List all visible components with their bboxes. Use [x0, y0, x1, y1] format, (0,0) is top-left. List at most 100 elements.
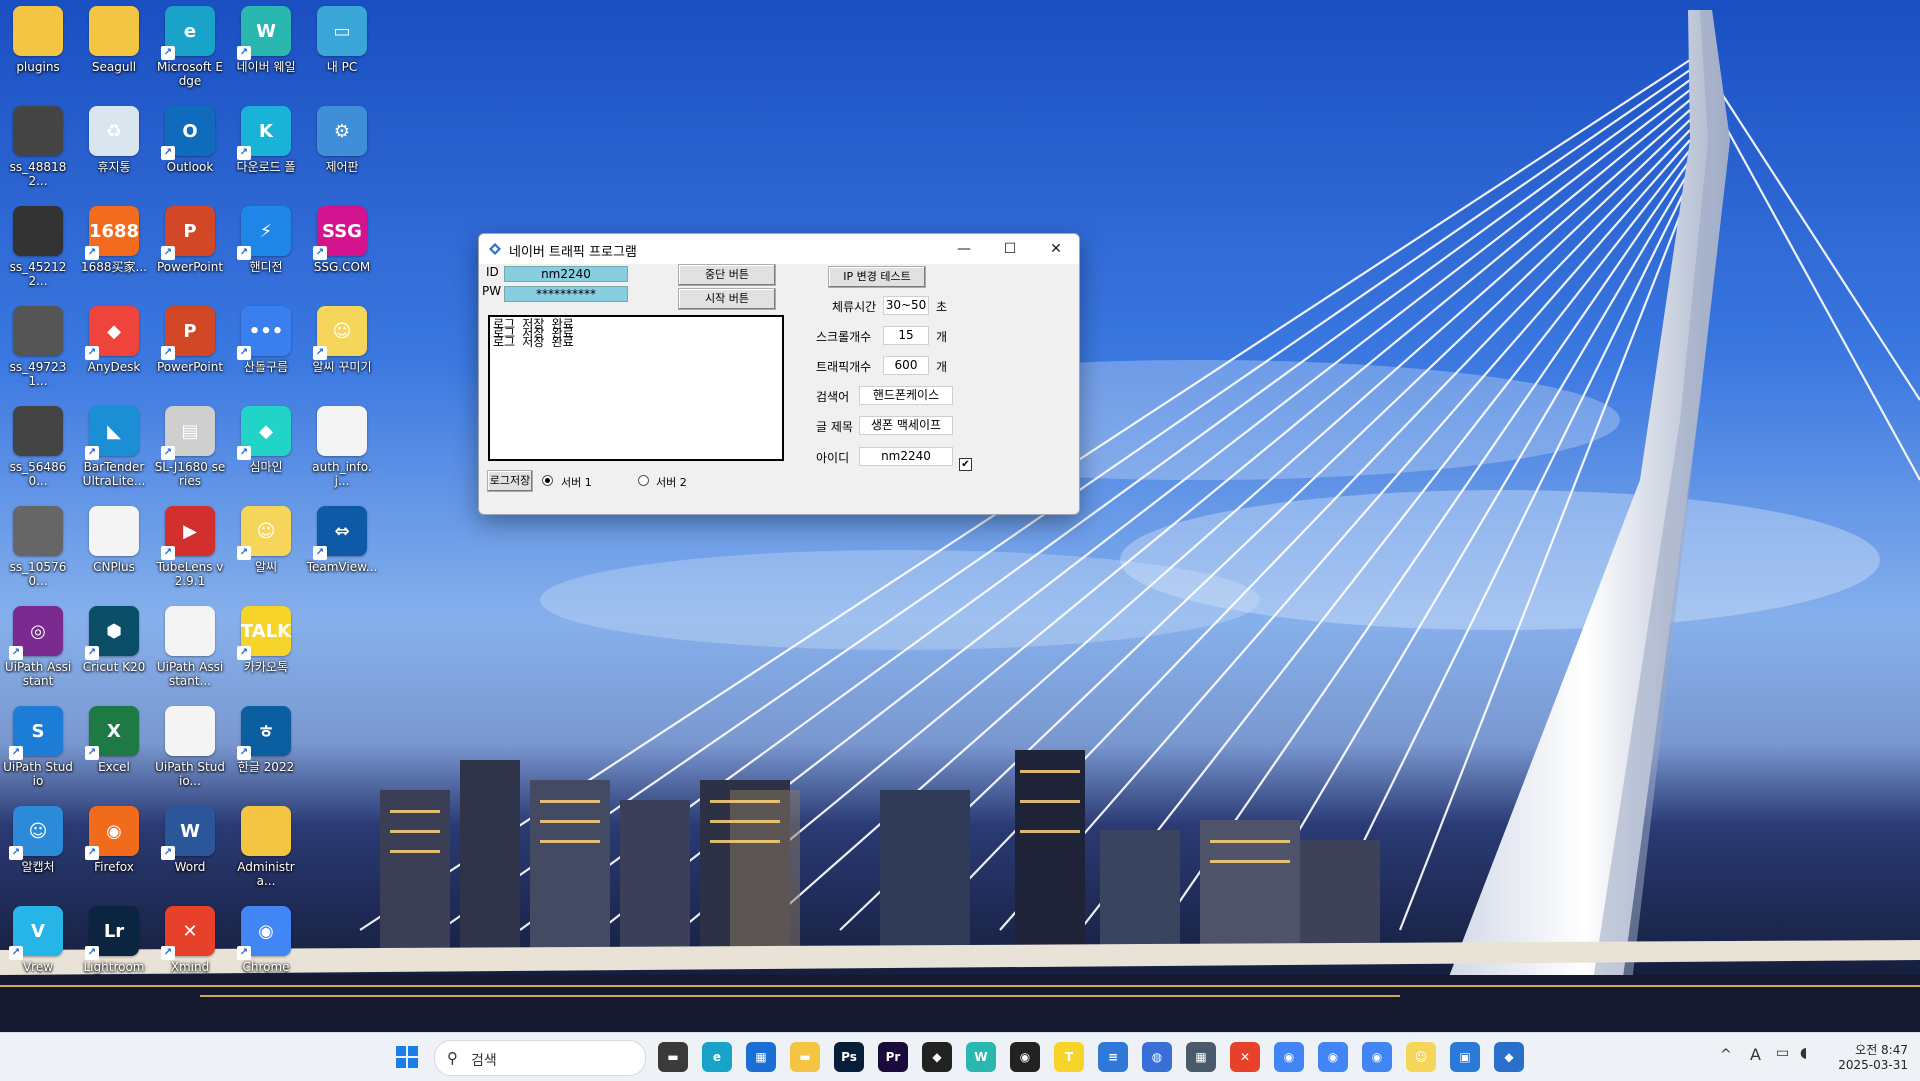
search-placeholder: 검색 [471, 1053, 497, 1069]
desktop-icon[interactable]: Administra... [228, 800, 304, 896]
desktop-icon[interactable]: ◣ ↗ BarTender UltraLite... [76, 400, 152, 496]
window-titlebar[interactable]: 네이버 트래픽 프로그램 — ☐ ✕ [479, 234, 1079, 264]
desktop-icon[interactable]: ss_564860... [0, 400, 76, 496]
desktop-icon[interactable]: ☺ ↗ 알캡처 [0, 800, 76, 896]
folder-icon[interactable]: ▬ [790, 1042, 820, 1072]
calculator-icon[interactable]: ▦ [1186, 1042, 1216, 1072]
globe-icon[interactable]: ◍ [1142, 1042, 1172, 1072]
file-explorer-icon[interactable]: ▬ [658, 1042, 688, 1072]
scroll-count-input[interactable]: 15 [883, 326, 929, 345]
desktop-icon[interactable]: ◉ ↗ Chrome [228, 900, 304, 996]
whale-browser-icon[interactable]: W [966, 1042, 996, 1072]
enable-checkbox[interactable]: ✔ [959, 458, 972, 471]
desktop-icon[interactable]: ss_497231... [0, 300, 76, 396]
desktop-icon[interactable]: ⇔ ↗ TeamView... [304, 500, 380, 596]
icon-symbol: ⚙ [333, 120, 351, 142]
desktop-icon[interactable]: W ↗ 네이버 웨일 [228, 0, 304, 96]
post-title-input[interactable]: 생폰 맥세이프 [859, 416, 953, 435]
desktop-icon[interactable]: UiPath Studio... [152, 700, 228, 796]
ime-indicator[interactable]: A [1750, 1045, 1761, 1064]
desktop-icon[interactable]: ▭ 내 PC [304, 0, 380, 96]
desktop-icon[interactable]: plugins [0, 0, 76, 96]
id-field[interactable]: nm2240 [504, 266, 628, 282]
user-id-input[interactable]: nm2240 [859, 447, 953, 466]
start-button[interactable] [392, 1042, 422, 1072]
desktop-icon[interactable]: auth_info.j... [304, 400, 380, 496]
desktop-icon[interactable]: ⚡ ↗ 핸디전 [228, 200, 304, 296]
maximize-button[interactable]: ☐ [987, 234, 1033, 264]
notepad-icon[interactable]: ≡ [1098, 1042, 1128, 1072]
desktop-icon[interactable]: SSG ↗ SSG.COM [304, 200, 380, 296]
photoshop-icon[interactable]: Ps [834, 1042, 864, 1072]
ip-change-test-button[interactable]: IP 변경 테스트 [828, 266, 926, 288]
stop-button[interactable]: 중단 버튼 [678, 264, 776, 286]
chrome-icon[interactable]: ◉ [1362, 1042, 1392, 1072]
log-save-button[interactable]: 로그저장 [487, 470, 533, 492]
tray-expand-icon[interactable]: ^ [1720, 1047, 1732, 1063]
volume-icon[interactable]: ◖ [1800, 1045, 1807, 1061]
network-icon[interactable]: ▭ [1776, 1045, 1789, 1061]
desktop-icon[interactable]: ☺ ↗ 알씨 꾸미기 [304, 300, 380, 396]
desktop-icon[interactable]: Seagull [76, 0, 152, 96]
desktop-icon[interactable]: O ↗ Outlook [152, 100, 228, 196]
kakaotalk-icon[interactable]: T [1054, 1042, 1084, 1072]
desktop-icon-label: AnyDesk [87, 360, 141, 374]
desktop-icon[interactable]: ss_105760... [0, 500, 76, 596]
taskbar-search-box[interactable]: ⚲ 검색 [434, 1040, 646, 1076]
premiere-icon[interactable]: Pr [878, 1042, 908, 1072]
desktop-icon[interactable]: X ↗ Excel [76, 700, 152, 796]
desktop-icon[interactable]: ⚙ 제어판 [304, 100, 380, 196]
desktop-icon[interactable]: K ↗ 다운로드 폴 [228, 100, 304, 196]
pw-field[interactable]: ********** [504, 286, 628, 302]
desktop-icon[interactable]: W ↗ Word [152, 800, 228, 896]
edge-icon[interactable]: e [702, 1042, 732, 1072]
desktop-icon[interactable]: ㅎ ↗ 한글 2022 [228, 700, 304, 796]
desktop-icon[interactable]: P ↗ PowerPoint [152, 300, 228, 396]
desktop-icon[interactable]: S ↗ UiPath Studio [0, 700, 76, 796]
figma-icon[interactable]: ◆ [922, 1042, 952, 1072]
desktop-icon[interactable]: ✕ ↗ Xmind [152, 900, 228, 996]
desktop-icon[interactable]: 1688 ↗ 1688买家... [76, 200, 152, 296]
traffic-program-window[interactable]: 네이버 트래픽 프로그램 — ☐ ✕ ID nm2240 PW ********… [478, 233, 1080, 515]
desktop-icon[interactable]: ◆ ↗ 심마인 [228, 400, 304, 496]
desktop-icon[interactable]: ss_488182... [0, 100, 76, 196]
desktop-icon[interactable]: ☺ ↗ 알씨 [228, 500, 304, 596]
desktop-icon[interactable]: UiPath Assistant... [152, 600, 228, 696]
desktop-icon[interactable]: ◎ ↗ UiPath Assistant [0, 600, 76, 696]
desktop-icon[interactable]: P ↗ PowerPoint [152, 200, 228, 296]
desktop-icon[interactable]: ◉ ↗ Firefox [76, 800, 152, 896]
start-button[interactable]: 시작 버튼 [678, 288, 776, 310]
server1-radio[interactable] [542, 475, 553, 486]
desktop-icon[interactable]: e ↗ Microsoft Edge [152, 0, 228, 96]
desktop-icon[interactable]: ss_452122... [0, 200, 76, 296]
desktop-icon[interactable]: ▶ ↗ TubeLens v2.9.1 [152, 500, 228, 596]
desktop-icon[interactable]: ♻ 휴지통 [76, 100, 152, 196]
alsee-icon[interactable]: ☺ [1406, 1042, 1436, 1072]
shortcut-arrow-icon: ↗ [237, 946, 251, 960]
close-button[interactable]: ✕ [1033, 234, 1079, 264]
clock-date[interactable]: 2025-03-31 [1838, 1058, 1908, 1072]
minimize-button[interactable]: — [941, 234, 987, 264]
keyword-input[interactable]: 핸드폰케이스 [859, 386, 953, 405]
chrome-icon[interactable]: ◉ [1318, 1042, 1348, 1072]
stay-time-input[interactable]: 30~50 [883, 296, 929, 315]
server2-radio[interactable] [638, 475, 649, 486]
chrome-icon[interactable]: ◉ [1274, 1042, 1304, 1072]
traffic-count-input[interactable]: 600 [883, 356, 929, 375]
log-textarea[interactable]: 로그 저장 완료 로그 저장 완료 로그 저장 완료 [488, 315, 784, 461]
desktop-icon[interactable]: V ↗ Vrew [0, 900, 76, 996]
window-icon[interactable]: ▣ [1450, 1042, 1480, 1072]
app-icon [489, 243, 501, 255]
traffic-program-icon[interactable]: ◆ [1494, 1042, 1524, 1072]
desktop-icon[interactable]: ◆ ↗ AnyDesk [76, 300, 152, 396]
desktop-icon[interactable]: ▤ ↗ SL-J1680 series [152, 400, 228, 496]
xmind-icon[interactable]: ✕ [1230, 1042, 1260, 1072]
desktop-icon[interactable]: TALK ↗ 카카오톡 [228, 600, 304, 696]
capture-icon[interactable]: ◉ [1010, 1042, 1040, 1072]
desktop-icon[interactable]: ⬢ ↗ Cricut K20 [76, 600, 152, 696]
desktop-icon[interactable]: ••• ↗ 산돌구름 [228, 300, 304, 396]
desktop-icon[interactable]: CNPlus [76, 500, 152, 596]
store-icon[interactable]: ▦ [746, 1042, 776, 1072]
desktop-icon[interactable]: Lr ↗ Lightroom [76, 900, 152, 996]
clock-time[interactable]: 오전 8:47 [1838, 1041, 1908, 1058]
